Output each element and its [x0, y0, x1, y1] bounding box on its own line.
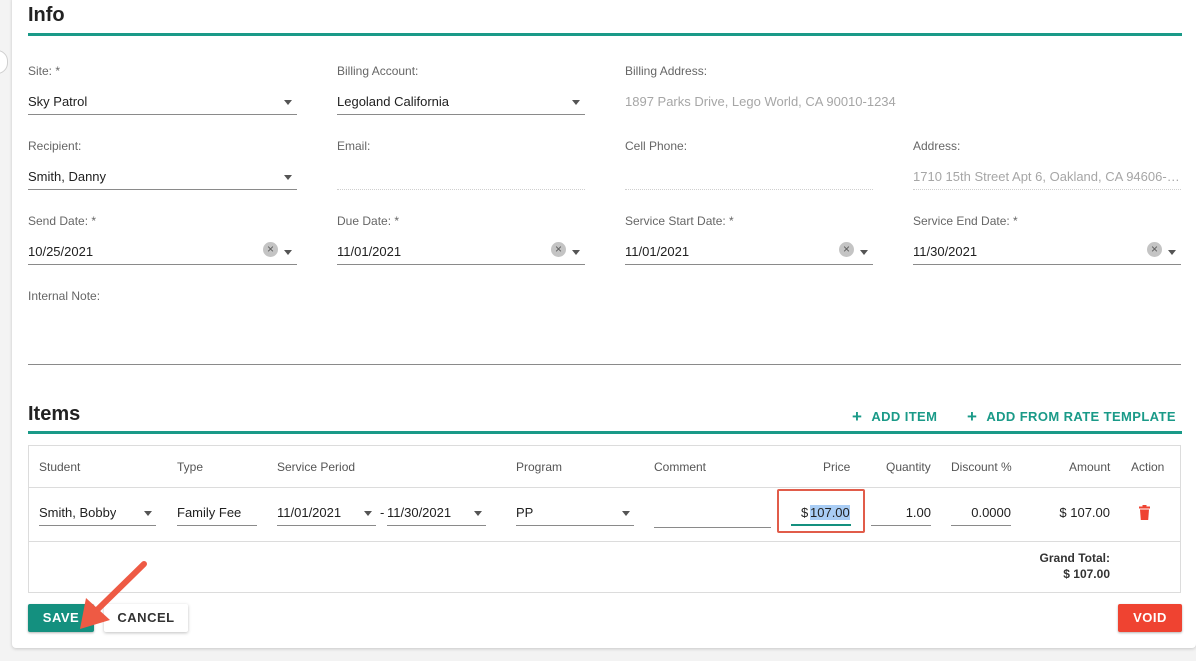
recipient-value: Smith, Danny: [28, 169, 107, 184]
add-item-button[interactable]: + ADD ITEM: [852, 406, 937, 426]
site-value: Sky Patrol: [28, 94, 88, 109]
void-button[interactable]: VOID: [1118, 604, 1182, 632]
cell-phone-field: [625, 166, 873, 190]
column-header-comment: Comment: [654, 460, 707, 474]
column-header-action: Action: [1131, 460, 1165, 474]
address-value: 1710 15th Street Apt 6, Oakland, CA 9460…: [913, 169, 1181, 184]
email-field: [337, 166, 585, 190]
chevron-down-icon[interactable]: [284, 100, 292, 105]
chevron-down-icon[interactable]: [572, 100, 580, 105]
price-value: 107.00: [810, 505, 850, 520]
billing-address-value: 1897 Parks Drive, Lego World, CA 90010-1…: [625, 94, 896, 109]
table-row-divider: [29, 541, 1180, 542]
internal-note-textarea[interactable]: [28, 310, 1181, 365]
quantity-input[interactable]: 1.00: [871, 502, 931, 526]
clear-icon[interactable]: ×: [839, 242, 854, 257]
recipient-label: Recipient:: [28, 139, 82, 153]
plus-icon: +: [852, 407, 863, 426]
program-value: PP: [516, 505, 534, 520]
column-header-student: Student: [39, 460, 81, 474]
add-from-rate-template-label: ADD FROM RATE TEMPLATE: [986, 409, 1176, 424]
clear-icon[interactable]: ×: [263, 242, 278, 257]
chevron-down-icon[interactable]: [144, 511, 152, 516]
chevron-down-icon[interactable]: [860, 250, 868, 255]
column-header-program: Program: [516, 460, 563, 474]
send-date-label: Send Date: *: [28, 214, 97, 228]
billing-account-select[interactable]: Legoland California: [337, 91, 585, 115]
student-select[interactable]: Smith, Bobby: [39, 502, 156, 526]
period-start-value: 11/01/2021: [277, 505, 342, 520]
info-section-title: Info: [28, 4, 65, 26]
due-date-value: 11/01/2021: [337, 244, 402, 259]
recipient-select[interactable]: Smith, Danny: [28, 166, 297, 190]
comment-input[interactable]: [654, 504, 771, 528]
chevron-down-icon[interactable]: [284, 250, 292, 255]
send-date-value: 10/25/2021: [28, 244, 94, 259]
type-input[interactable]: Family Fee: [177, 502, 257, 526]
table-header-divider: [29, 487, 1180, 488]
discount-value: 0.0000: [971, 505, 1011, 520]
service-start-value: 11/01/2021: [625, 244, 690, 259]
clear-icon[interactable]: ×: [1147, 242, 1162, 257]
column-header-service-period: Service Period: [277, 460, 356, 474]
price-input[interactable]: $ 107.00: [791, 502, 851, 526]
site-label: Site: *: [28, 64, 61, 78]
chevron-down-icon[interactable]: [572, 250, 580, 255]
site-select[interactable]: Sky Patrol: [28, 91, 297, 115]
discount-input[interactable]: 0.0000: [951, 502, 1011, 526]
items-section-title: Items: [28, 403, 81, 425]
billing-address-field: 1897 Parks Drive, Lego World, CA 90010-1…: [625, 91, 905, 115]
chevron-down-icon[interactable]: [1168, 250, 1176, 255]
column-header-amount: Amount: [1069, 460, 1111, 474]
price-prefix: $: [801, 505, 809, 520]
service-start-label: Service Start Date: *: [625, 214, 734, 228]
address-label: Address:: [913, 139, 961, 153]
quantity-value: 1.00: [905, 505, 931, 520]
period-end-value: 11/30/2021: [387, 505, 452, 520]
billing-account-label: Billing Account:: [337, 64, 419, 78]
items-divider: [28, 431, 1182, 434]
type-value: Family Fee: [177, 505, 242, 520]
chevron-down-icon[interactable]: [622, 511, 630, 516]
column-header-quantity: Quantity: [886, 460, 931, 474]
grand-total-value: $ 107.00: [1063, 567, 1110, 581]
billing-address-label: Billing Address:: [625, 64, 708, 78]
grand-total-label: Grand Total:: [1039, 551, 1110, 565]
service-end-label: Service End Date: *: [913, 214, 1018, 228]
student-value: Smith, Bobby: [39, 505, 117, 520]
column-header-discount: Discount %: [951, 460, 1012, 474]
chevron-down-icon[interactable]: [474, 511, 482, 516]
info-divider: [28, 33, 1182, 36]
add-item-label: ADD ITEM: [871, 409, 938, 424]
clear-icon[interactable]: ×: [551, 242, 566, 257]
period-start-select[interactable]: 11/01/2021: [277, 502, 376, 526]
service-end-picker[interactable]: 11/30/2021 ×: [913, 241, 1181, 265]
column-header-price: Price: [823, 460, 851, 474]
period-separator: -: [380, 505, 385, 520]
internal-note-label: Internal Note:: [28, 289, 101, 303]
due-date-label: Due Date: *: [337, 214, 400, 228]
add-from-rate-template-button[interactable]: + ADD FROM RATE TEMPLATE: [967, 406, 1176, 426]
chevron-down-icon[interactable]: [284, 175, 292, 180]
plus-icon: +: [967, 407, 978, 426]
service-end-value: 11/30/2021: [913, 244, 978, 259]
program-select[interactable]: PP: [516, 502, 634, 526]
due-date-picker[interactable]: 11/01/2021 ×: [337, 241, 585, 265]
amount-value: $ 107.00: [1059, 505, 1110, 520]
annotation-arrow-icon: [80, 561, 147, 629]
service-start-picker[interactable]: 11/01/2021 ×: [625, 241, 873, 265]
email-label: Email:: [337, 139, 371, 153]
period-end-select[interactable]: 11/30/2021: [387, 502, 486, 526]
trash-icon[interactable]: [1139, 505, 1150, 520]
billing-account-value: Legoland California: [337, 94, 450, 109]
cell-phone-label: Cell Phone:: [625, 139, 688, 153]
sidebar-collapse-handle[interactable]: [0, 50, 8, 74]
column-header-type: Type: [177, 460, 204, 474]
send-date-picker[interactable]: 10/25/2021 ×: [28, 241, 297, 265]
address-field: 1710 15th Street Apt 6, Oakland, CA 9460…: [913, 166, 1181, 190]
chevron-down-icon[interactable]: [364, 511, 372, 516]
